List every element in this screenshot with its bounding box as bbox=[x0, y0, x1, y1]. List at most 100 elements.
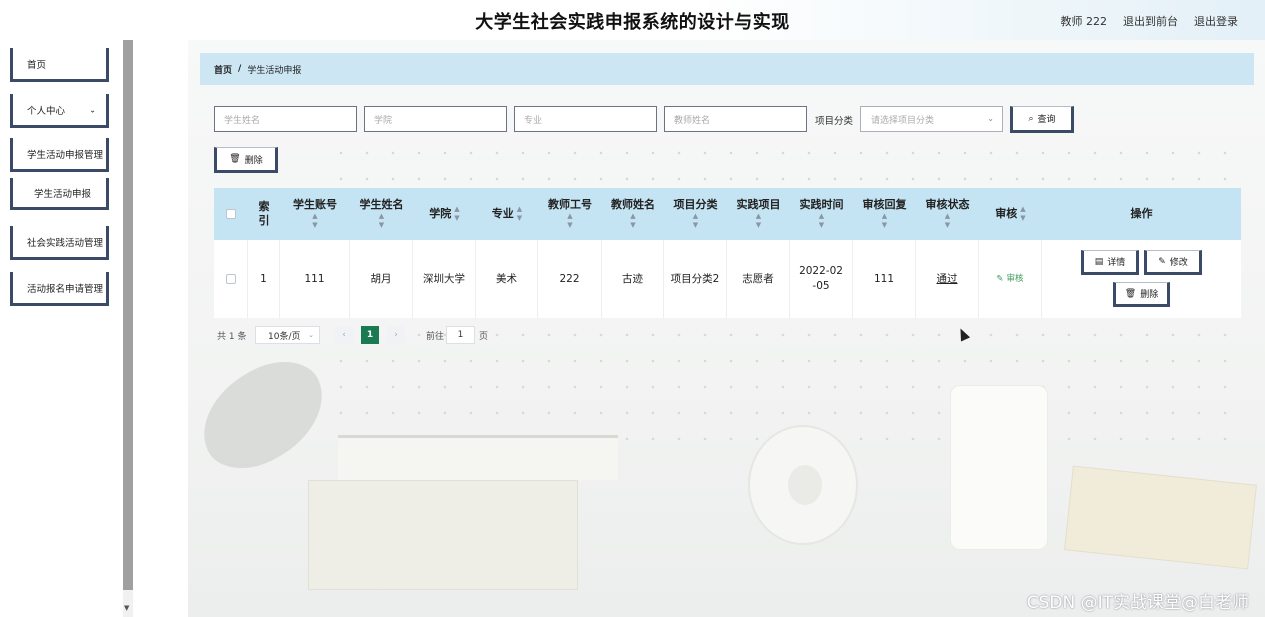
cell-status: 通过 bbox=[916, 240, 979, 318]
tape-roll-hole-decoration bbox=[788, 465, 822, 505]
column-label: 实践时间 bbox=[799, 198, 844, 211]
sidebar-item-label: 活动报名申请管理 bbox=[27, 283, 104, 295]
edit-icon: ✎ bbox=[996, 273, 1004, 284]
sidebar-item-practice-management[interactable]: 社会实践活动管理 bbox=[10, 226, 109, 260]
column-label: 学生姓名 bbox=[359, 198, 404, 211]
breadcrumb-separator: / bbox=[238, 64, 242, 74]
detail-button[interactable]: ▤ 详情 bbox=[1081, 250, 1139, 275]
teacher-name-input[interactable]: 教师姓名 bbox=[664, 106, 807, 132]
pagination-total: 共 1 条 bbox=[217, 331, 247, 342]
cell-index: 1 bbox=[248, 240, 280, 318]
query-button-label: 查询 bbox=[1037, 115, 1056, 125]
column-header-time[interactable]: 实践时间 ▲ ▼ bbox=[790, 188, 853, 240]
student-name-input[interactable]: 学生姓名 bbox=[214, 106, 357, 132]
cell-student-name: 胡月 bbox=[350, 240, 413, 318]
back-to-front-link[interactable]: 退出到前台 bbox=[1123, 13, 1178, 29]
sort-icon[interactable]: ▲ ▼ bbox=[819, 212, 824, 230]
sidebar-item-activity-management[interactable]: 学生活动申报管理 bbox=[10, 138, 109, 172]
column-label: 专业 bbox=[491, 207, 514, 220]
sort-icon[interactable]: ▲ ▼ bbox=[454, 205, 459, 223]
sort-icon[interactable]: ▲ ▼ bbox=[312, 212, 317, 230]
select-all-checkbox[interactable] bbox=[226, 209, 236, 219]
row-delete-button[interactable]: 🗑 删除 bbox=[1113, 282, 1170, 307]
sidebar-item-label: 个人中心 bbox=[27, 105, 66, 117]
column-header-major[interactable]: 专业 ▲ ▼ bbox=[476, 188, 538, 240]
sort-icon[interactable]: ▲ ▼ bbox=[1020, 205, 1025, 223]
review-link[interactable]: ✎ 审核 bbox=[996, 272, 1023, 287]
prev-page-button[interactable]: ‹ bbox=[335, 326, 353, 344]
category-label: 项目分类 bbox=[815, 116, 854, 127]
column-header-student-name[interactable]: 学生姓名 ▲ ▼ bbox=[350, 188, 413, 240]
column-header-project[interactable]: 实践项目 ▲ ▼ bbox=[727, 188, 790, 240]
sort-icon[interactable]: ▲ ▼ bbox=[567, 212, 572, 230]
cell-review: ✎ 审核 bbox=[979, 240, 1042, 318]
header-select-all[interactable] bbox=[214, 188, 248, 240]
sidebar-item-home[interactable]: 首页 bbox=[10, 48, 109, 82]
major-input[interactable]: 专业 bbox=[514, 106, 657, 132]
trash-icon: 🗑 bbox=[229, 154, 241, 164]
batch-delete-button[interactable]: 🗑 删除 bbox=[214, 147, 278, 173]
table-header: 索引 学生账号 ▲ ▼ 学生姓名 ▲ ▼ 学院 ▲ ▼ 专业 ▲ ▼ 教师工号 ▲ ▼ 教师姓名 ▲ ▼… bbox=[214, 188, 1241, 240]
sort-icon[interactable]: ▲ ▼ bbox=[945, 212, 950, 230]
sidebar: 首页 个人中心 ⌄ 学生活动申报管理 学生活动申报 社会实践活动管理 活动报名申请… bbox=[0, 40, 122, 617]
category-select[interactable]: 请选择项目分类 ⌄ bbox=[860, 106, 1003, 132]
sidebar-item-activity-report[interactable]: 学生活动申报 bbox=[10, 178, 109, 210]
edit-icon: ✎ bbox=[1158, 256, 1166, 267]
next-page-button[interactable]: › bbox=[387, 326, 405, 344]
column-header-reply[interactable]: 审核回复 ▲ ▼ bbox=[853, 188, 916, 240]
page-1-button[interactable]: 1 bbox=[361, 326, 379, 344]
breadcrumb-home[interactable]: 首页 bbox=[214, 63, 232, 76]
gutter bbox=[133, 40, 188, 617]
top-bar: 大学生社会实践申报系统的设计与实现 教师 222 退出到前台 退出登录 bbox=[0, 0, 1265, 40]
trash-icon: 🗑 bbox=[1124, 288, 1137, 299]
cell-category: 项目分类2 bbox=[664, 240, 727, 318]
sidebar-item-personal-center[interactable]: 个人中心 ⌄ bbox=[10, 94, 109, 128]
sidebar-item-label: 首页 bbox=[27, 59, 47, 71]
goto-page-input[interactable]: 1 bbox=[446, 326, 475, 344]
sidebar-item-signup-management[interactable]: 活动报名申请管理 bbox=[10, 272, 109, 306]
sort-icon[interactable]: ▲ ▼ bbox=[882, 212, 887, 230]
column-label: 操作 bbox=[1130, 207, 1153, 220]
scroll-down-arrow-icon[interactable]: ▼ bbox=[124, 604, 129, 612]
detail-button-label: 详情 bbox=[1107, 258, 1126, 268]
column-label: 教师工号 bbox=[548, 198, 592, 211]
row-checkbox[interactable] bbox=[225, 274, 236, 284]
page-size-value: 10条/页 bbox=[268, 331, 301, 342]
page-size-select[interactable]: 10条/页 ⌄ bbox=[255, 326, 320, 344]
logout-link[interactable]: 退出登录 bbox=[1194, 13, 1238, 29]
batch-delete-label: 删除 bbox=[244, 155, 263, 166]
sort-icon[interactable]: ▲ ▼ bbox=[517, 205, 522, 223]
query-button[interactable]: ⌕ 查询 bbox=[1010, 106, 1074, 133]
top-right-menu: 教师 222 退出到前台 退出登录 bbox=[1061, 13, 1239, 29]
edit-button-label: 修改 bbox=[1169, 258, 1188, 268]
cell-reply: 111 bbox=[853, 240, 916, 318]
current-user: 教师 222 bbox=[1060, 15, 1108, 28]
column-header-review[interactable]: 审核 ▲ ▼ bbox=[979, 188, 1042, 240]
column-header-index: 索引 bbox=[248, 188, 280, 240]
shelf-decoration bbox=[338, 435, 618, 480]
sort-icon[interactable]: ▲ ▼ bbox=[630, 212, 635, 230]
column-header-student-account[interactable]: 学生账号 ▲ ▼ bbox=[280, 188, 350, 240]
sort-icon[interactable]: ▲ ▼ bbox=[693, 212, 698, 230]
sidebar-scrollbar-thumb[interactable] bbox=[123, 40, 133, 590]
column-header-teacher-name[interactable]: 教师姓名 ▲ ▼ bbox=[602, 188, 664, 240]
sort-icon[interactable]: ▲ ▼ bbox=[379, 212, 384, 230]
cell-project: 志愿者 bbox=[727, 240, 790, 318]
column-header-status[interactable]: 审核状态 ▲ ▼ bbox=[916, 188, 979, 240]
column-header-teacher-id[interactable]: 教师工号 ▲ ▼ bbox=[538, 188, 602, 240]
column-label: 审核状态 bbox=[925, 198, 970, 211]
status-badge: 通过 bbox=[936, 272, 958, 285]
sort-icon[interactable]: ▲ ▼ bbox=[756, 212, 761, 230]
column-label: 教师姓名 bbox=[611, 198, 655, 211]
college-input[interactable]: 学院 bbox=[364, 106, 507, 132]
cell-college: 深圳大学 bbox=[413, 240, 476, 318]
column-header-category[interactable]: 项目分类 ▲ ▼ bbox=[664, 188, 727, 240]
row-select-cell[interactable] bbox=[214, 240, 248, 318]
search-icon: ⌕ bbox=[1028, 113, 1034, 124]
chevron-down-icon: ⌄ bbox=[987, 114, 994, 123]
cylinder-decoration bbox=[950, 385, 1048, 550]
edit-button[interactable]: ✎ 修改 bbox=[1144, 250, 1202, 275]
column-header-college[interactable]: 学院 ▲ ▼ bbox=[413, 188, 476, 240]
category-select-placeholder: 请选择项目分类 bbox=[871, 115, 935, 126]
page-suffix: 页 bbox=[479, 331, 489, 342]
